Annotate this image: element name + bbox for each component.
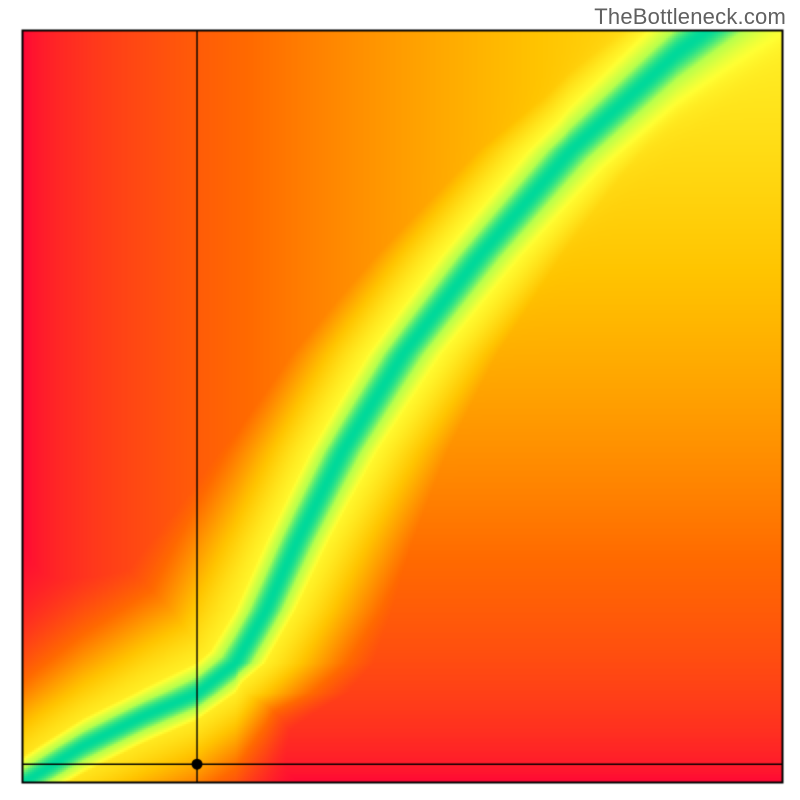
watermark-text: TheBottleneck.com xyxy=(594,4,786,30)
chart-container: TheBottleneck.com xyxy=(0,0,800,800)
heatmap-canvas xyxy=(0,0,800,800)
